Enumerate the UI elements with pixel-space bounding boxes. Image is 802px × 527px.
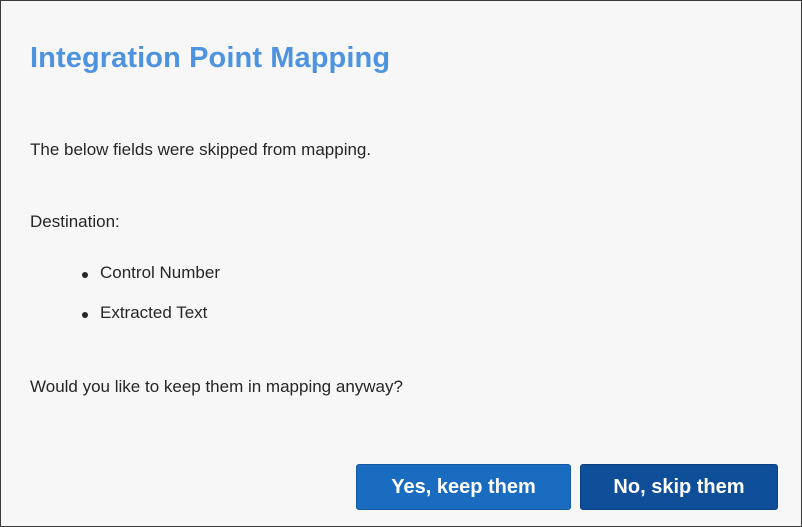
yes-keep-button[interactable]: Yes, keep them	[356, 464, 571, 510]
confirm-question: Would you like to keep them in mapping a…	[30, 377, 403, 396]
no-skip-button[interactable]: No, skip them	[580, 464, 778, 510]
mapping-dialog: Integration Point Mapping The below fiel…	[0, 0, 802, 527]
dialog-title: Integration Point Mapping	[30, 42, 391, 74]
bullet-icon	[82, 312, 88, 318]
field-name: Extracted Text	[100, 303, 208, 322]
destination-label: Destination:	[30, 212, 120, 231]
bullet-icon	[82, 272, 88, 278]
skipped-fields-message: The below fields were skipped from mappi…	[30, 140, 372, 159]
field-name: Control Number	[100, 263, 220, 282]
